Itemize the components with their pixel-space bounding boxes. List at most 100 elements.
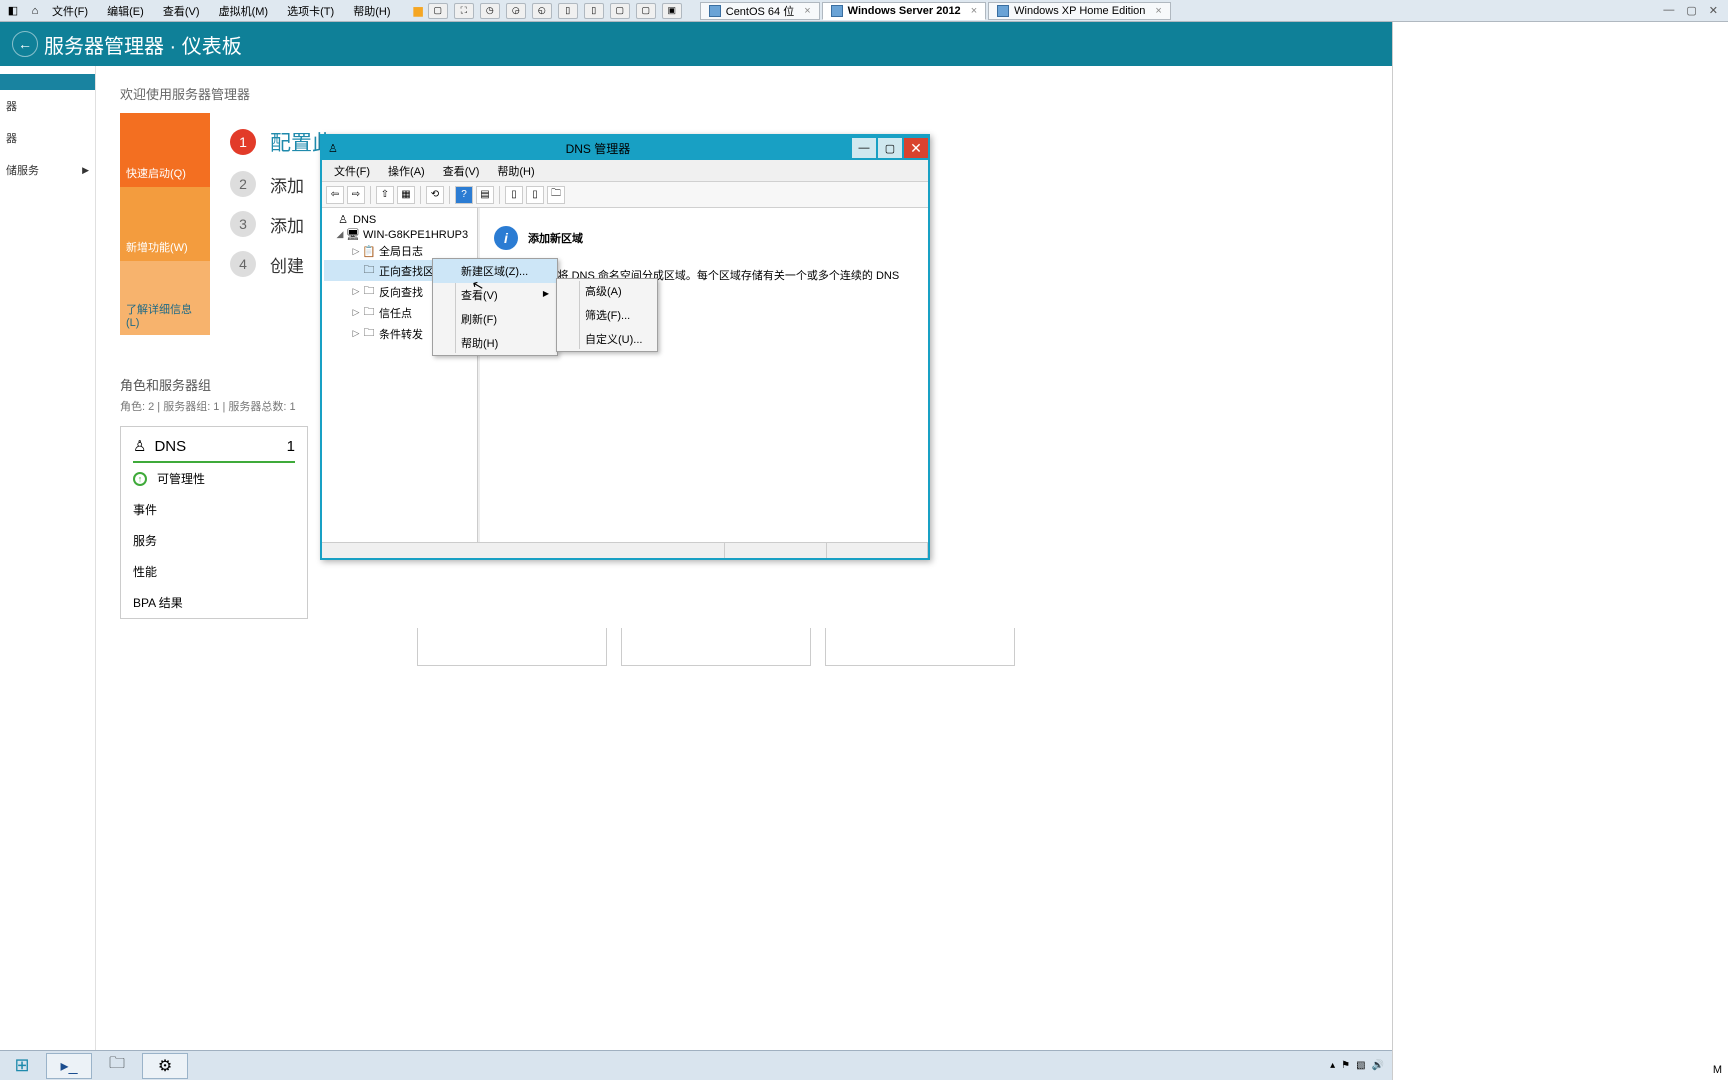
- vm-tab-centos[interactable]: CentOS 64 位×: [700, 2, 820, 20]
- show-hide-icon[interactable]: ▦: [397, 186, 415, 204]
- layout1-icon[interactable]: ▯: [558, 3, 578, 19]
- maximize-icon[interactable]: ▢: [1686, 4, 1696, 17]
- ctx-advanced[interactable]: 高级(A): [557, 279, 657, 303]
- ctx-view[interactable]: 查看(V): [433, 283, 557, 307]
- pane-heading: 添加新区域: [528, 230, 583, 246]
- home-icon[interactable]: ⌂: [26, 2, 44, 20]
- expand-icon[interactable]: ▷: [350, 328, 362, 339]
- tree-server[interactable]: ◢🖥WIN-G8KPE1HRUP3: [324, 227, 475, 242]
- ctx-filter[interactable]: 筛选(F)...: [557, 303, 657, 327]
- ctx-help[interactable]: 帮助(H): [433, 331, 557, 355]
- ctx-new-zone[interactable]: 新建区域(Z)...: [433, 259, 557, 283]
- expand-icon[interactable]: ▷: [350, 307, 362, 318]
- menu-help[interactable]: 帮助(H): [489, 161, 542, 181]
- sidebar-item-local[interactable]: 器: [0, 90, 95, 122]
- vm-tab-winxp[interactable]: Windows XP Home Edition ×: [988, 2, 1171, 20]
- forward-icon[interactable]: ⇨: [347, 186, 365, 204]
- help-icon[interactable]: ?: [455, 186, 473, 204]
- step-1[interactable]: 1配置此: [230, 127, 333, 157]
- vm-tab-winserver[interactable]: Windows Server 2012×: [822, 2, 986, 20]
- maximize-button[interactable]: ▢: [878, 138, 902, 158]
- step-3[interactable]: 3 添加: [230, 211, 333, 237]
- fullscreen-icon[interactable]: ⛶: [454, 3, 474, 19]
- step-4[interactable]: 4创建: [230, 251, 333, 277]
- taskbar-powershell[interactable]: ▸_: [46, 1053, 92, 1079]
- menu-file[interactable]: 文件(F): [326, 161, 378, 181]
- menu-tabs[interactable]: 选项卡(T): [279, 6, 342, 18]
- step-label: 添加: [270, 212, 304, 237]
- unity-icon[interactable]: ▣: [662, 3, 682, 19]
- refresh-icon[interactable]: ⟲: [426, 186, 444, 204]
- folder-icon[interactable]: 🗀: [547, 186, 565, 204]
- menu-vm[interactable]: 虚拟机(M): [211, 6, 277, 18]
- layout4-icon[interactable]: ▢: [636, 3, 656, 19]
- snapshot-icon[interactable]: ◷: [480, 3, 500, 19]
- tile-learnmore[interactable]: 了解详细信息(L): [120, 261, 210, 335]
- tray-network-icon[interactable]: ▧: [1356, 1060, 1365, 1071]
- power-icon[interactable]: ▢: [428, 3, 448, 19]
- properties-icon[interactable]: ▤: [476, 186, 494, 204]
- tile-quickstart[interactable]: 快速启动(Q): [120, 113, 210, 187]
- menu-action[interactable]: 操作(A): [380, 161, 433, 181]
- list2-icon[interactable]: ▯: [526, 186, 544, 204]
- host-lang-indicator[interactable]: M: [1713, 1064, 1722, 1076]
- menu-edit[interactable]: 编辑(E): [99, 6, 152, 18]
- role-row-performance[interactable]: 性能: [121, 556, 307, 587]
- expand-icon[interactable]: ▷: [350, 286, 362, 297]
- minimize-icon[interactable]: —: [1663, 4, 1674, 17]
- ctx-customize[interactable]: 自定义(U)...: [557, 327, 657, 351]
- folder-icon: 🗀: [362, 282, 376, 301]
- list1-icon[interactable]: ▯: [505, 186, 523, 204]
- step-number: 3: [230, 211, 256, 237]
- snapshot-take-icon[interactable]: ◶: [506, 3, 526, 19]
- minimize-button[interactable]: —: [852, 138, 876, 158]
- vm-tab-label: Windows XP Home Edition: [1014, 5, 1145, 17]
- taskbar-servermanager[interactable]: ⚙: [142, 1053, 188, 1079]
- role-row-label: 性能: [133, 563, 157, 580]
- role-row-manageability[interactable]: ↑可管理性: [121, 463, 307, 494]
- monitor-icon: [997, 5, 1009, 17]
- role-row-events[interactable]: 事件: [121, 494, 307, 525]
- up-icon[interactable]: ⇧: [376, 186, 394, 204]
- layout2-icon[interactable]: ▯: [584, 3, 604, 19]
- close-icon[interactable]: ×: [1155, 5, 1161, 17]
- role-row-bpa[interactable]: BPA 结果: [121, 587, 307, 618]
- expand-icon[interactable]: ▷: [350, 246, 362, 257]
- sidebar-item-dashboard[interactable]: [0, 74, 95, 90]
- menu-help[interactable]: 帮助(H): [345, 6, 398, 18]
- vm-tabs: CentOS 64 位× Windows Server 2012× Window…: [700, 2, 1171, 20]
- menu-view[interactable]: 查看(V): [435, 161, 488, 181]
- close-icon[interactable]: ×: [971, 5, 977, 17]
- role-row-services[interactable]: 服务: [121, 525, 307, 556]
- dns-titlebar[interactable]: ♙ DNS 管理器 — ▢ ✕: [322, 136, 928, 160]
- tray-up-icon[interactable]: ▴: [1330, 1060, 1335, 1071]
- step-number: 2: [230, 171, 256, 197]
- sidebar-item-all[interactable]: 器: [0, 122, 95, 154]
- role-card-dns[interactable]: ♙DNS1 ↑可管理性 事件 服务 性能 BPA 结果: [120, 426, 308, 619]
- tile-whatsnew[interactable]: 新增功能(W): [120, 187, 210, 261]
- start-button[interactable]: ⊞: [0, 1051, 44, 1081]
- close-button[interactable]: ✕: [904, 138, 928, 158]
- ctx-refresh[interactable]: 刷新(F): [433, 307, 557, 331]
- sidebar-item-storage[interactable]: 储服务▶: [0, 154, 95, 186]
- tray-sound-icon[interactable]: 🔊: [1372, 1060, 1384, 1071]
- taskbar-explorer[interactable]: 🗀: [94, 1053, 140, 1079]
- pause-icon[interactable]: ▮▮: [413, 4, 422, 18]
- snapshot-manage-icon[interactable]: ◵: [532, 3, 552, 19]
- step-number: 4: [230, 251, 256, 277]
- step-2[interactable]: 2添加: [230, 171, 333, 197]
- back-icon[interactable]: ⇦: [326, 186, 344, 204]
- tray-flag-icon[interactable]: ⚑: [1341, 1060, 1350, 1071]
- menu-file[interactable]: 文件(F): [44, 6, 96, 18]
- dns-toolbar: ⇦ ⇨ ⇧ ▦ ⟲ ? ▤ ▯ ▯ 🗀: [322, 182, 928, 208]
- vmware-menu: 文件(F) 编辑(E) 查看(V) 虚拟机(M) 选项卡(T) 帮助(H): [44, 3, 399, 19]
- back-button[interactable]: ←: [12, 31, 38, 57]
- tree-label: DNS: [353, 214, 376, 226]
- close-icon[interactable]: ✕: [1709, 4, 1718, 17]
- menu-view[interactable]: 查看(V): [155, 6, 208, 18]
- role-row-label: 可管理性: [157, 470, 205, 487]
- collapse-icon[interactable]: ◢: [334, 229, 346, 240]
- close-icon[interactable]: ×: [804, 5, 810, 17]
- tree-root-dns[interactable]: ♙DNS: [324, 212, 475, 227]
- layout3-icon[interactable]: ▢: [610, 3, 630, 19]
